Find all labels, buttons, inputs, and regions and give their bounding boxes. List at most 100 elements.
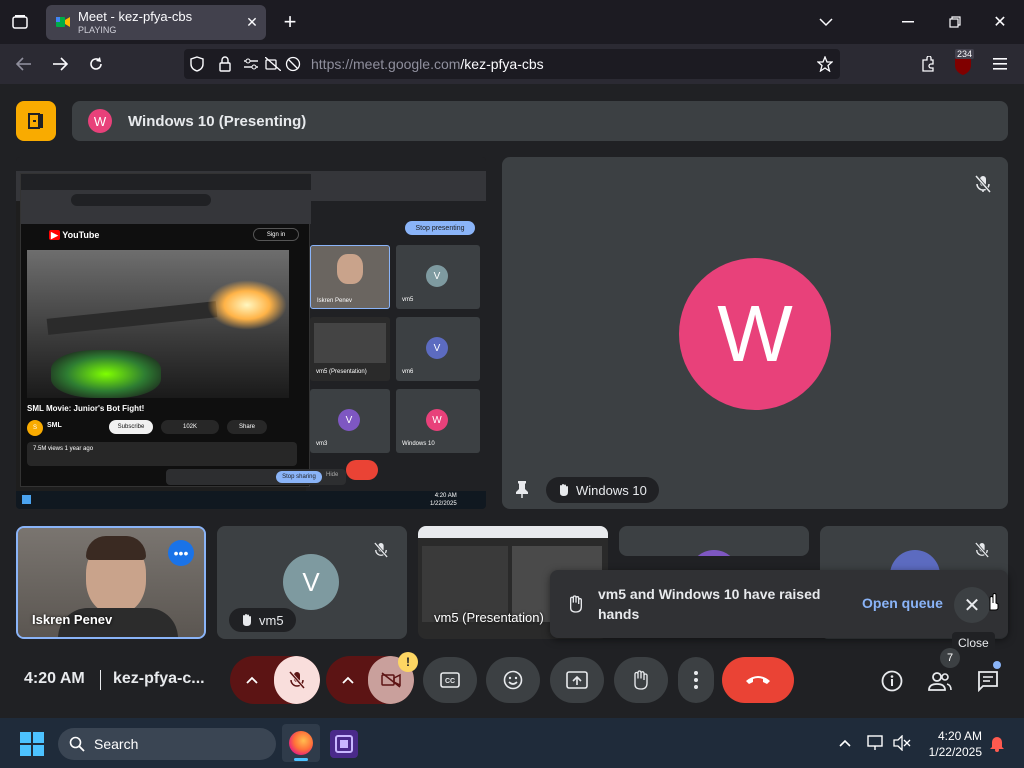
list-all-tabs-icon[interactable]: [816, 12, 836, 32]
url-host: https://meet.google.com: [311, 56, 461, 72]
close-window-icon[interactable]: ✕: [990, 12, 1010, 32]
inner-clock: 4:20 AM 1/22/2025: [430, 492, 457, 508]
shared-screen[interactable]: Stop presenting Iskren Penev V vm5 vm5 (…: [16, 157, 486, 509]
close-tab-icon[interactable]: ✕: [244, 14, 260, 30]
captions-icon: CC: [440, 672, 460, 688]
iskren-name: Iskren Penev: [32, 612, 113, 627]
camera-blocked-icon[interactable]: [264, 55, 282, 73]
yt-bookmarks: [21, 210, 311, 224]
present-button[interactable]: [550, 657, 604, 703]
lock-icon[interactable]: [216, 55, 234, 73]
mic-blocked-icon[interactable]: [284, 55, 302, 73]
more-options-icon[interactable]: •••: [168, 540, 194, 566]
presenter-banner-text: Windows 10 (Presenting): [128, 113, 307, 130]
raise-hand-icon: [634, 670, 648, 690]
info-icon: [881, 670, 903, 692]
raised-hand-icon: [560, 484, 568, 496]
present-screen-icon: [566, 671, 588, 689]
spotlight-tile[interactable]: W Windows 10: [502, 157, 1008, 509]
vm5-name: vm5: [259, 612, 284, 628]
tab-meet[interactable]: Meet - kez-pfya-cbs PLAYING ✕: [46, 5, 266, 40]
mic-options-chevron-icon[interactable]: [230, 656, 274, 704]
yt-video-frame: [27, 250, 289, 398]
vm5-name-badge: vm5: [229, 608, 296, 632]
yt-views: 7.5M views 1 year ago: [33, 446, 94, 452]
emoji-button[interactable]: [486, 657, 540, 703]
reload-icon[interactable]: [86, 54, 106, 74]
taskbar-firefox[interactable]: [282, 724, 320, 762]
mic-toggle-button[interactable]: [274, 656, 320, 704]
extensions-icon[interactable]: [918, 54, 938, 74]
url-path: /kez-pfya-cbs: [460, 56, 544, 72]
extension-badge: 234: [955, 49, 975, 59]
pin-icon[interactable]: [512, 479, 532, 499]
new-tab-icon[interactable]: +: [280, 9, 300, 34]
tray-chevron-icon[interactable]: [836, 734, 854, 752]
inner-tile-5-name: vm3: [316, 441, 328, 447]
iskren-hair: [86, 536, 146, 560]
url-text: https://meet.google.com/kez-pfya-cbs: [311, 56, 544, 72]
yt-channel-name: SML: [47, 422, 62, 429]
inner-tile-1-name: Iskren Penev: [317, 298, 353, 304]
yt-video-robot: [51, 350, 161, 398]
yt-likes: 102K: [161, 420, 219, 434]
inner-stop-presenting: Stop presenting: [405, 221, 475, 235]
inner-youtube-window: ▶ YouTube Sign in SML Movie: Junior's Bo…: [20, 173, 311, 487]
divider: [100, 670, 101, 690]
vm5-pres-header: [418, 526, 608, 538]
tile-4-avatar: [689, 550, 739, 556]
back-icon[interactable]: [14, 54, 34, 74]
inner-tile-4-avatar: V: [426, 337, 448, 359]
permissions-icon[interactable]: [242, 55, 260, 73]
yt-toolbar: [21, 190, 311, 210]
toast-close-icon[interactable]: ✕: [954, 587, 990, 623]
camera-options-chevron-icon[interactable]: [326, 656, 370, 704]
notification-bell-icon[interactable]: [988, 734, 1006, 752]
filmstrip-tile-iskren[interactable]: ••• Iskren Penev: [16, 526, 206, 639]
windows-start-icon[interactable]: [20, 732, 44, 756]
mic-off-icon: [289, 671, 305, 689]
meeting-details-button[interactable]: [878, 667, 906, 695]
forward-icon[interactable]: [50, 54, 70, 74]
captions-button[interactable]: CC: [423, 657, 477, 703]
chat-button[interactable]: [974, 667, 1002, 695]
tab-list-icon[interactable]: [10, 12, 30, 32]
presenter-banner: W Windows 10 (Presenting): [72, 101, 1008, 141]
more-vert-icon: [694, 671, 698, 689]
open-queue-button[interactable]: Open queue: [862, 595, 943, 611]
tracking-protection-icon[interactable]: [188, 55, 206, 73]
inner-tile-4-name: vm6: [402, 369, 414, 375]
yt-sign-in: Sign in: [253, 228, 299, 241]
raise-hand-button[interactable]: [614, 657, 668, 703]
svg-text:CC: CC: [445, 678, 455, 685]
filmstrip-tile-4[interactable]: [619, 526, 809, 556]
mic-muted-icon: [972, 173, 994, 195]
tab-status: PLAYING: [78, 25, 117, 35]
windows-taskbar: Search 4:20 AM 1/22/2025: [0, 718, 1024, 768]
inner-end-call: [346, 460, 378, 480]
ublock-extension-icon[interactable]: 234: [953, 49, 975, 76]
more-options-button[interactable]: [678, 657, 714, 703]
taskbar-search-placeholder: Search: [94, 736, 139, 752]
yt-logo-text: YouTube: [62, 230, 100, 240]
inner-tile-3-name: vm5 (Presentation): [316, 369, 367, 375]
yt-description: 7.5M views 1 year ago: [27, 442, 297, 466]
meet-companion-icon[interactable]: [16, 101, 56, 141]
inner-tabbar: [16, 157, 486, 171]
restore-icon[interactable]: [945, 12, 965, 32]
bookmark-star-icon[interactable]: [816, 55, 834, 73]
taskbar-search[interactable]: Search: [58, 728, 276, 760]
inner-tile-6: W Windows 10: [396, 389, 480, 453]
volume-muted-icon[interactable]: [892, 734, 912, 752]
vm5-presentation-name: vm5 (Presentation): [434, 610, 544, 625]
network-icon[interactable]: [866, 734, 886, 752]
filmstrip-tile-vm5[interactable]: V vm5: [217, 526, 407, 639]
taskbar-clock[interactable]: 4:20 AM 1/22/2025: [920, 728, 982, 760]
taskbar-app-icon[interactable]: [330, 730, 358, 758]
url-bar[interactable]: https://meet.google.com/kez-pfya-cbs: [184, 49, 840, 79]
inner-tile-2-name: vm5: [402, 297, 414, 303]
leave-call-button[interactable]: [722, 657, 794, 703]
minimize-icon[interactable]: [898, 12, 918, 32]
people-button[interactable]: [926, 667, 954, 695]
menu-hamburger-icon[interactable]: [990, 54, 1010, 74]
